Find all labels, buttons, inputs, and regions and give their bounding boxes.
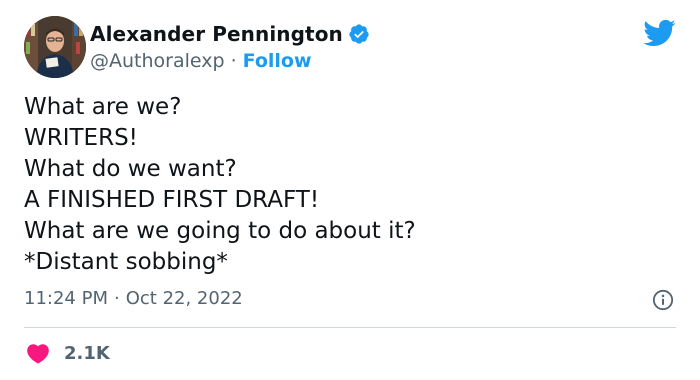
handle-separator: · — [230, 50, 237, 72]
tweet-line: *Distant sobbing* — [24, 249, 228, 275]
tweet-line: What are we? — [24, 94, 182, 120]
divider — [24, 327, 676, 328]
verified-badge-icon — [348, 23, 370, 45]
tweet-line: What are we going to do about it? — [24, 218, 416, 244]
author-name-line: Alexander Pennington — [90, 22, 370, 46]
tweet-line: A FINISHED FIRST DRAFT! — [24, 187, 320, 213]
tweet-text: What are we? WRITERS! What do we want? A… — [24, 92, 674, 278]
timestamp-separator: · — [113, 288, 120, 309]
author-handle-line: @Authoralexp · Follow — [90, 50, 312, 72]
avatar[interactable] — [24, 16, 86, 78]
author-display-name[interactable]: Alexander Pennington — [90, 22, 343, 46]
tweet-card: Alexander Pennington @Authoralexp · Foll… — [0, 0, 700, 380]
tweet-timestamp[interactable]: 11:24 PM · Oct 22, 2022 — [24, 288, 243, 309]
tweet-line: WRITERS! — [24, 125, 138, 151]
twitter-bird-icon[interactable] — [642, 18, 676, 48]
tweet-date: Oct 22, 2022 — [125, 288, 243, 309]
like-action[interactable]: 2.1K — [26, 342, 110, 364]
tweet-line: What do we want? — [24, 156, 237, 182]
author-handle[interactable]: @Authoralexp — [90, 50, 225, 72]
heart-icon[interactable] — [26, 342, 50, 364]
info-icon[interactable] — [652, 289, 674, 311]
tweet-time: 11:24 PM — [24, 288, 108, 309]
like-count: 2.1K — [64, 342, 110, 364]
follow-button[interactable]: Follow — [243, 50, 312, 72]
